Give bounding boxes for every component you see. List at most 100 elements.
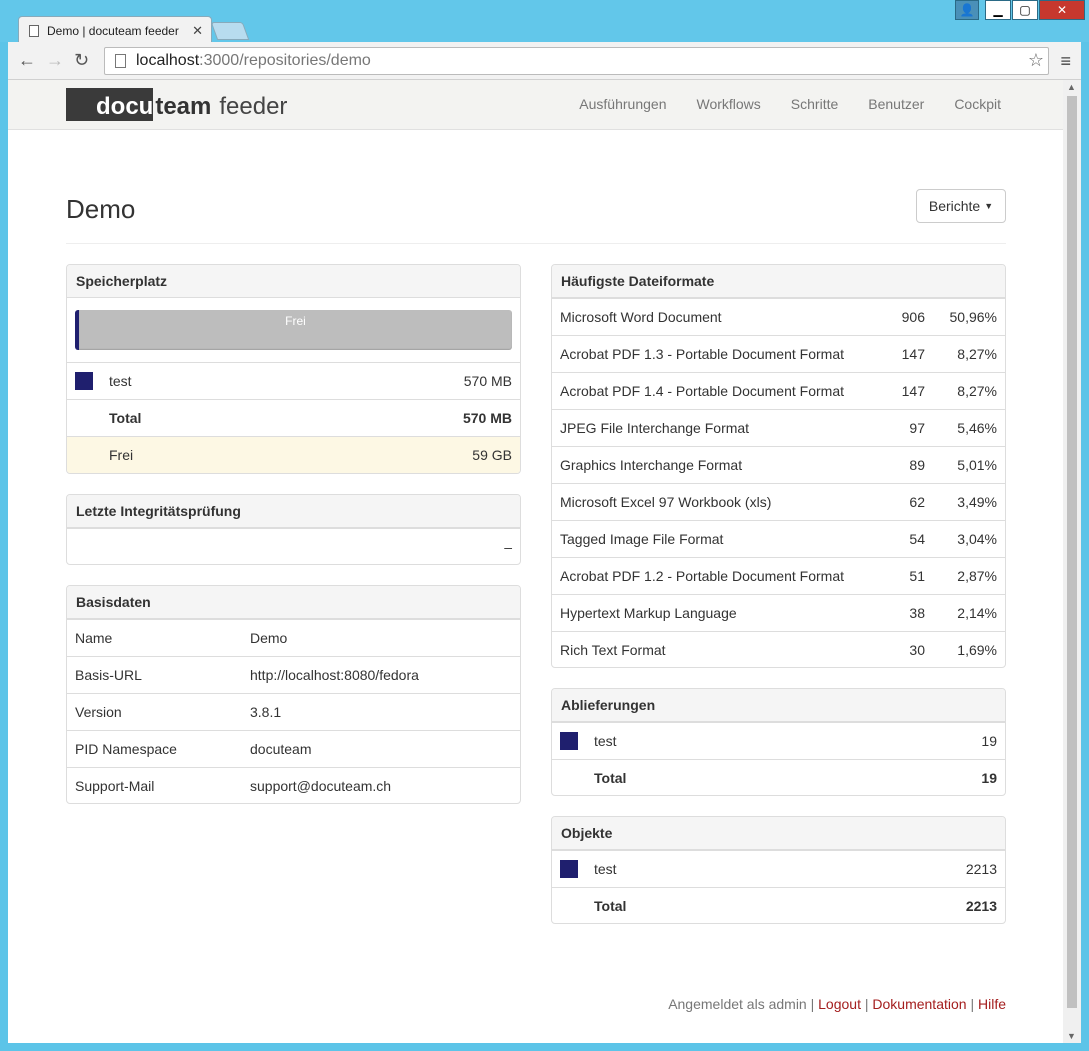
logo-feeder: feeder bbox=[219, 93, 288, 120]
format-name: Hypertext Markup Language bbox=[560, 605, 737, 621]
basics-value: docuteam bbox=[250, 741, 312, 757]
basics-key: Version bbox=[75, 704, 122, 720]
nav-link-cockpit[interactable]: Cockpit bbox=[954, 96, 1001, 112]
forward-icon[interactable]: → bbox=[46, 50, 64, 71]
objects-row: test 2213 bbox=[552, 850, 1005, 887]
nav-link-workflows[interactable]: Workflows bbox=[696, 96, 760, 112]
series-swatch bbox=[75, 372, 93, 390]
format-count: 147 bbox=[901, 346, 925, 362]
logged-in-text: Angemeldet als admin bbox=[668, 996, 807, 1012]
basics-key: Basis-URL bbox=[75, 667, 142, 683]
storage-row-label: test bbox=[109, 373, 132, 389]
logo[interactable]: docu team feeder bbox=[66, 88, 287, 121]
footer: Angemeldet als admin | Logout | Dokument… bbox=[668, 996, 1006, 1012]
deliveries-panel: Ablieferungen test 19 Total 19 bbox=[551, 688, 1006, 796]
tab-title: Demo | docuteam feeder bbox=[47, 23, 179, 38]
deliveries-row: test 19 bbox=[552, 722, 1005, 759]
menu-icon[interactable]: ≡ bbox=[1060, 51, 1071, 72]
deliveries-row-label: test bbox=[594, 733, 617, 749]
scroll-thumb[interactable] bbox=[1067, 96, 1077, 1008]
basics-row: Support-Mail support@docuteam.ch bbox=[67, 767, 520, 803]
deliveries-total-row: Total 19 bbox=[552, 759, 1005, 795]
page-icon bbox=[115, 54, 126, 68]
format-percent: 3,04% bbox=[957, 531, 997, 547]
format-count: 30 bbox=[909, 642, 925, 658]
objects-total-row: Total 2213 bbox=[552, 887, 1005, 923]
nav-link-benutzer[interactable]: Benutzer bbox=[868, 96, 924, 112]
integrity-panel: Letzte Integritätsprüfung – bbox=[66, 494, 521, 565]
deliveries-total-label: Total bbox=[594, 770, 627, 786]
format-name: JPEG File Interchange Format bbox=[560, 420, 750, 436]
vertical-scrollbar[interactable]: ▲ ▼ bbox=[1063, 80, 1081, 1043]
format-row: Acrobat PDF 1.4 - Portable Document Form… bbox=[552, 372, 1005, 409]
basics-title: Basisdaten bbox=[67, 586, 520, 619]
basics-key: Name bbox=[75, 630, 113, 646]
reload-icon[interactable]: ↻ bbox=[74, 50, 89, 71]
format-row: Acrobat PDF 1.3 - Portable Document Form… bbox=[552, 335, 1005, 372]
format-percent: 3,49% bbox=[957, 494, 997, 510]
storage-progress-bar: Frei bbox=[75, 310, 512, 350]
format-row: Microsoft Excel 97 Workbook (xls) 62 3,49% bbox=[552, 483, 1005, 520]
storage-free-row: Frei 59 GB bbox=[67, 436, 520, 473]
deliveries-row-value: 19 bbox=[981, 733, 997, 749]
caret-down-icon: ▼ bbox=[984, 201, 994, 211]
nav-link-ausfuehrungen[interactable]: Ausführungen bbox=[579, 96, 666, 112]
format-row: Hypertext Markup Language 38 2,14% bbox=[552, 594, 1005, 631]
format-percent: 8,27% bbox=[957, 383, 997, 399]
document-icon bbox=[29, 24, 39, 37]
integrity-title: Letzte Integritätsprüfung bbox=[67, 495, 520, 528]
format-row: Rich Text Format 30 1,69% bbox=[552, 631, 1005, 667]
format-name: Microsoft Excel 97 Workbook (xls) bbox=[560, 494, 772, 510]
help-link[interactable]: Hilfe bbox=[978, 996, 1006, 1012]
storage-free-value: 59 GB bbox=[472, 447, 512, 463]
format-name: Acrobat PDF 1.4 - Portable Document Form… bbox=[560, 383, 844, 399]
storage-row-value: 570 MB bbox=[463, 373, 512, 389]
format-name: Acrobat PDF 1.2 - Portable Document Form… bbox=[560, 568, 844, 584]
format-percent: 5,01% bbox=[957, 457, 997, 473]
format-count: 906 bbox=[901, 309, 925, 325]
deliveries-title: Ablieferungen bbox=[552, 689, 1005, 722]
format-name: Graphics Interchange Format bbox=[560, 457, 743, 473]
browser-tab[interactable]: Demo | docuteam feeder ✕ bbox=[18, 16, 212, 44]
reports-dropdown-button[interactable]: Berichte ▼ bbox=[916, 189, 1006, 223]
address-bar[interactable]: localhost:3000/repositories/demo ☆ bbox=[104, 47, 1049, 75]
reports-label: Berichte bbox=[928, 198, 981, 214]
format-count: 54 bbox=[909, 531, 925, 547]
basics-value: support@docuteam.ch bbox=[250, 778, 392, 794]
format-count: 62 bbox=[909, 494, 925, 510]
storage-panel: Speicherplatz Frei test 570 MB Total 570… bbox=[66, 264, 521, 474]
browser-toolbar: ← → ↻ localhost:3000/repositories/demo ☆… bbox=[8, 42, 1081, 80]
documentation-link[interactable]: Dokumentation bbox=[872, 996, 966, 1012]
formats-title: Häufigste Dateiformate bbox=[552, 265, 1005, 298]
bookmark-star-icon[interactable]: ☆ bbox=[1028, 50, 1044, 71]
format-row: Tagged Image File Format 54 3,04% bbox=[552, 520, 1005, 557]
format-count: 147 bbox=[901, 383, 925, 399]
storage-free-label: Frei bbox=[109, 447, 134, 463]
back-icon[interactable]: ← bbox=[18, 50, 36, 71]
maximize-button[interactable]: ▢ bbox=[1012, 0, 1038, 20]
new-tab-button[interactable] bbox=[210, 22, 250, 40]
format-percent: 5,46% bbox=[957, 420, 997, 436]
objects-total-value: 2213 bbox=[965, 898, 997, 914]
close-tab-icon[interactable]: ✕ bbox=[192, 23, 203, 39]
format-name: Rich Text Format bbox=[560, 642, 666, 658]
format-percent: 50,96% bbox=[949, 309, 997, 325]
user-icon[interactable]: 👤 bbox=[955, 0, 979, 20]
storage-bar-label: Frei bbox=[285, 314, 306, 328]
basics-panel: Basisdaten Name Demo Basis-URL http://loca… bbox=[66, 585, 521, 804]
format-count: 89 bbox=[909, 457, 925, 473]
objects-row-value: 2213 bbox=[965, 861, 997, 877]
scroll-down-icon[interactable]: ▼ bbox=[1067, 1031, 1076, 1041]
close-window-button[interactable]: ✕ bbox=[1039, 0, 1085, 20]
logout-link[interactable]: Logout bbox=[818, 996, 861, 1012]
url-host: localhost bbox=[136, 52, 200, 69]
nav-link-schritte[interactable]: Schritte bbox=[791, 96, 838, 112]
scroll-up-icon[interactable]: ▲ bbox=[1067, 82, 1076, 92]
minimize-button[interactable]: ▁ bbox=[985, 0, 1011, 20]
logo-docu: docu bbox=[66, 88, 154, 121]
footer-separator: | bbox=[970, 996, 975, 1012]
storage-bar-wrap: Frei bbox=[67, 298, 520, 362]
basics-row: PID Namespace docuteam bbox=[67, 730, 520, 767]
format-count: 38 bbox=[909, 605, 925, 621]
format-row: Graphics Interchange Format 89 5,01% bbox=[552, 446, 1005, 483]
